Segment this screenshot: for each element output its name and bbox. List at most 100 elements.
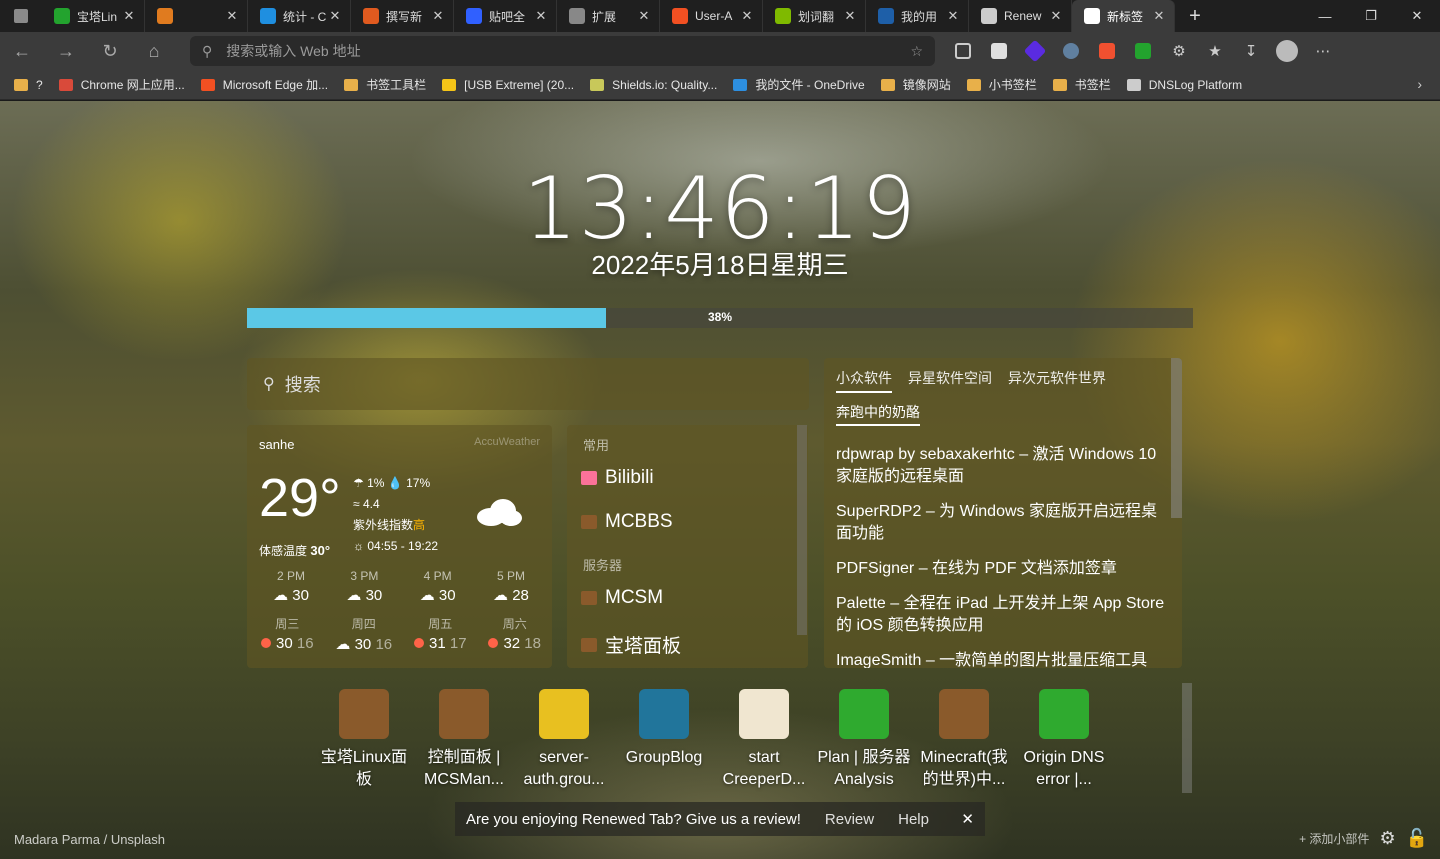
feed-item[interactable]: SuperRDP2 – 为 Windows 家庭版开启远程桌面功能 <box>836 501 1172 545</box>
scrollbar[interactable] <box>1171 358 1182 518</box>
extensions-puzzle-icon[interactable]: ⚙ <box>1161 32 1197 70</box>
bookmark-item[interactable]: Microsoft Edge 加... <box>200 76 328 93</box>
unlock-icon[interactable]: 🔓 <box>1406 828 1428 849</box>
extension-icon[interactable] <box>1053 32 1089 70</box>
review-toast: Are you enjoying Renewed Tab? Give us a … <box>455 802 985 836</box>
add-favorite-icon[interactable]: ☆ <box>910 43 923 60</box>
top-site-item[interactable]: Origin DNS error |... <box>1014 689 1114 791</box>
restore-icon[interactable]: ❐ <box>1348 0 1394 32</box>
tab-close-icon[interactable]: ✕ <box>946 8 960 24</box>
weather-source[interactable]: AccuWeather <box>474 436 540 448</box>
refresh-icon[interactable]: ↻ <box>88 32 132 70</box>
feed-tab[interactable]: 小众软件 <box>836 368 892 393</box>
address-bar[interactable]: ⚲ 搜索或输入 Web 地址 ☆ <box>190 36 935 66</box>
tab-close-icon[interactable]: ✕ <box>1152 8 1166 24</box>
bookmark-item[interactable]: ? <box>14 78 43 92</box>
bookmark-item[interactable]: 小书签栏 <box>966 76 1037 93</box>
top-site-item[interactable]: start CreeperD... <box>714 689 814 791</box>
tab-7[interactable]: 划词翻 ✕ <box>763 0 866 32</box>
favorites-icon[interactable]: ★ <box>1197 32 1233 70</box>
bookmark-item[interactable]: 镜像网站 <box>880 76 951 93</box>
photo-credit[interactable]: Madara Parma / Unsplash <box>14 832 165 847</box>
close-window-icon[interactable]: ✕ <box>1394 0 1440 32</box>
top-site-item[interactable]: GroupBlog <box>614 689 714 791</box>
tab-10[interactable]: 新标签 ✕ <box>1072 0 1175 32</box>
review-button[interactable]: Review <box>825 811 874 828</box>
bookmark-item[interactable]: DNSLog Platform <box>1126 78 1242 92</box>
tab-5[interactable]: 扩展 ✕ <box>557 0 660 32</box>
tab-3[interactable]: 撰写新 ✕ <box>351 0 454 32</box>
help-button[interactable]: Help <box>898 811 929 828</box>
tab-8[interactable]: 我的用 ✕ <box>866 0 969 32</box>
tab-close-icon[interactable]: ✕ <box>534 8 548 24</box>
new-tab-button[interactable]: + <box>1175 5 1215 28</box>
feed-subtitle[interactable]: 奔跑中的奶酪 <box>836 402 920 426</box>
extension-icon[interactable] <box>1089 32 1125 70</box>
top-site-item[interactable]: 控制面板 | MCSMan... <box>414 689 514 791</box>
bookmark-item[interactable]: 书签栏 <box>1052 76 1111 93</box>
folder-icon <box>58 78 73 91</box>
bookmark-item[interactable]: [USB Extreme] (20... <box>442 78 574 92</box>
profile-avatar[interactable] <box>1269 32 1305 70</box>
feed-item[interactable]: rdpwrap by sebaxakerhtc – 激活 Windows 10 … <box>836 444 1172 488</box>
bookmark-list: ? Chrome 网上应用... Microsoft Edge 加... 书签工具栏 [… <box>14 76 1258 93</box>
close-icon[interactable]: ✕ <box>961 810 974 828</box>
tab-1[interactable]: ✕ <box>145 0 248 32</box>
link-mcbbs[interactable]: MCBBS <box>581 511 673 533</box>
tab-2[interactable]: 统计 - C ✕ <box>248 0 351 32</box>
extension-icon[interactable] <box>981 32 1017 70</box>
search-box[interactable]: ⚲ 搜索 <box>247 358 809 410</box>
feed-item[interactable]: Palette – 全程在 iPad 上开发并上架 App Store 的 iO… <box>836 593 1172 637</box>
extension-icon[interactable] <box>1125 32 1161 70</box>
bookmark-item[interactable]: Chrome 网上应用... <box>58 76 185 93</box>
day-low: 16 <box>375 636 393 653</box>
tab-close-icon[interactable]: ✕ <box>1049 8 1063 24</box>
tab-actions-button[interactable] <box>0 0 42 32</box>
bookmark-item[interactable]: 我的文件 - OneDrive <box>733 76 865 93</box>
top-site-item[interactable]: 宝塔Linux面板 <box>314 689 414 791</box>
tab-close-icon[interactable]: ✕ <box>431 8 445 24</box>
gear-icon[interactable]: ⚙ <box>1379 828 1395 849</box>
link-bilibili[interactable]: Bilibili <box>581 467 654 489</box>
tab-close-icon[interactable]: ✕ <box>843 8 857 24</box>
downloads-icon[interactable]: ↧ <box>1233 32 1269 70</box>
link-bt-panel[interactable]: 宝塔面板 <box>581 631 681 658</box>
daily-item: 周四 ☁ 30 16 <box>335 615 392 653</box>
feed-item[interactable]: PDFSigner – 在线为 PDF 文档添加签章 <box>836 558 1172 580</box>
tab-close-icon[interactable]: ✕ <box>740 8 754 24</box>
scrollbar[interactable] <box>797 425 807 635</box>
tab-6[interactable]: User-A ✕ <box>660 0 763 32</box>
feed-item[interactable]: ImageSmith – 一款简单的图片批量压缩工具 <box>836 650 1172 668</box>
tab-favicon-icon <box>775 8 791 24</box>
folder-icon <box>966 78 981 91</box>
day-high: 32 <box>503 635 521 652</box>
more-menu-icon[interactable]: ⋯ <box>1305 32 1341 70</box>
top-site-item[interactable]: Plan | 服务器 Analysis <box>814 689 914 791</box>
tab-4[interactable]: 贴吧全 ✕ <box>454 0 557 32</box>
feed-tab[interactable]: 异星软件空间 <box>908 368 992 393</box>
feed-tab[interactable]: 异次元软件世界 <box>1008 368 1106 393</box>
bookmark-item[interactable]: 书签工具栏 <box>344 76 426 93</box>
tab-close-icon[interactable]: ✕ <box>637 8 651 24</box>
bookmark-item[interactable]: Shields.io: Quality... <box>590 78 717 92</box>
chevron-right-icon[interactable]: › <box>1417 76 1422 92</box>
add-widget-button[interactable]: + 添加小部件 <box>1299 830 1369 847</box>
day-label: 周四 <box>351 617 376 631</box>
tab-close-icon[interactable]: ✕ <box>225 8 239 24</box>
home-icon[interactable]: ⌂ <box>132 32 176 70</box>
tab-9[interactable]: Renew ✕ <box>969 0 1072 32</box>
hour-label: 2 PM <box>276 569 305 583</box>
top-site-item[interactable]: server-auth.grou... <box>514 689 614 791</box>
top-site-item[interactable]: Minecraft(我的世界)中... <box>914 689 1014 791</box>
minimize-icon[interactable]: — <box>1302 0 1348 32</box>
tab-close-icon[interactable]: ✕ <box>328 8 342 24</box>
scrollbar[interactable] <box>1182 683 1192 793</box>
link-mcsm[interactable]: MCSM <box>581 587 663 609</box>
extension-icon[interactable] <box>945 32 981 70</box>
extension-icon[interactable] <box>1017 32 1053 70</box>
forward-icon[interactable]: → <box>44 32 88 70</box>
back-icon[interactable]: ← <box>0 32 44 70</box>
sunrise-sunset: 04:55 - 19:22 <box>367 539 439 553</box>
tab-0[interactable]: 宝塔Lin ✕ <box>42 0 145 32</box>
tab-close-icon[interactable]: ✕ <box>122 8 136 24</box>
